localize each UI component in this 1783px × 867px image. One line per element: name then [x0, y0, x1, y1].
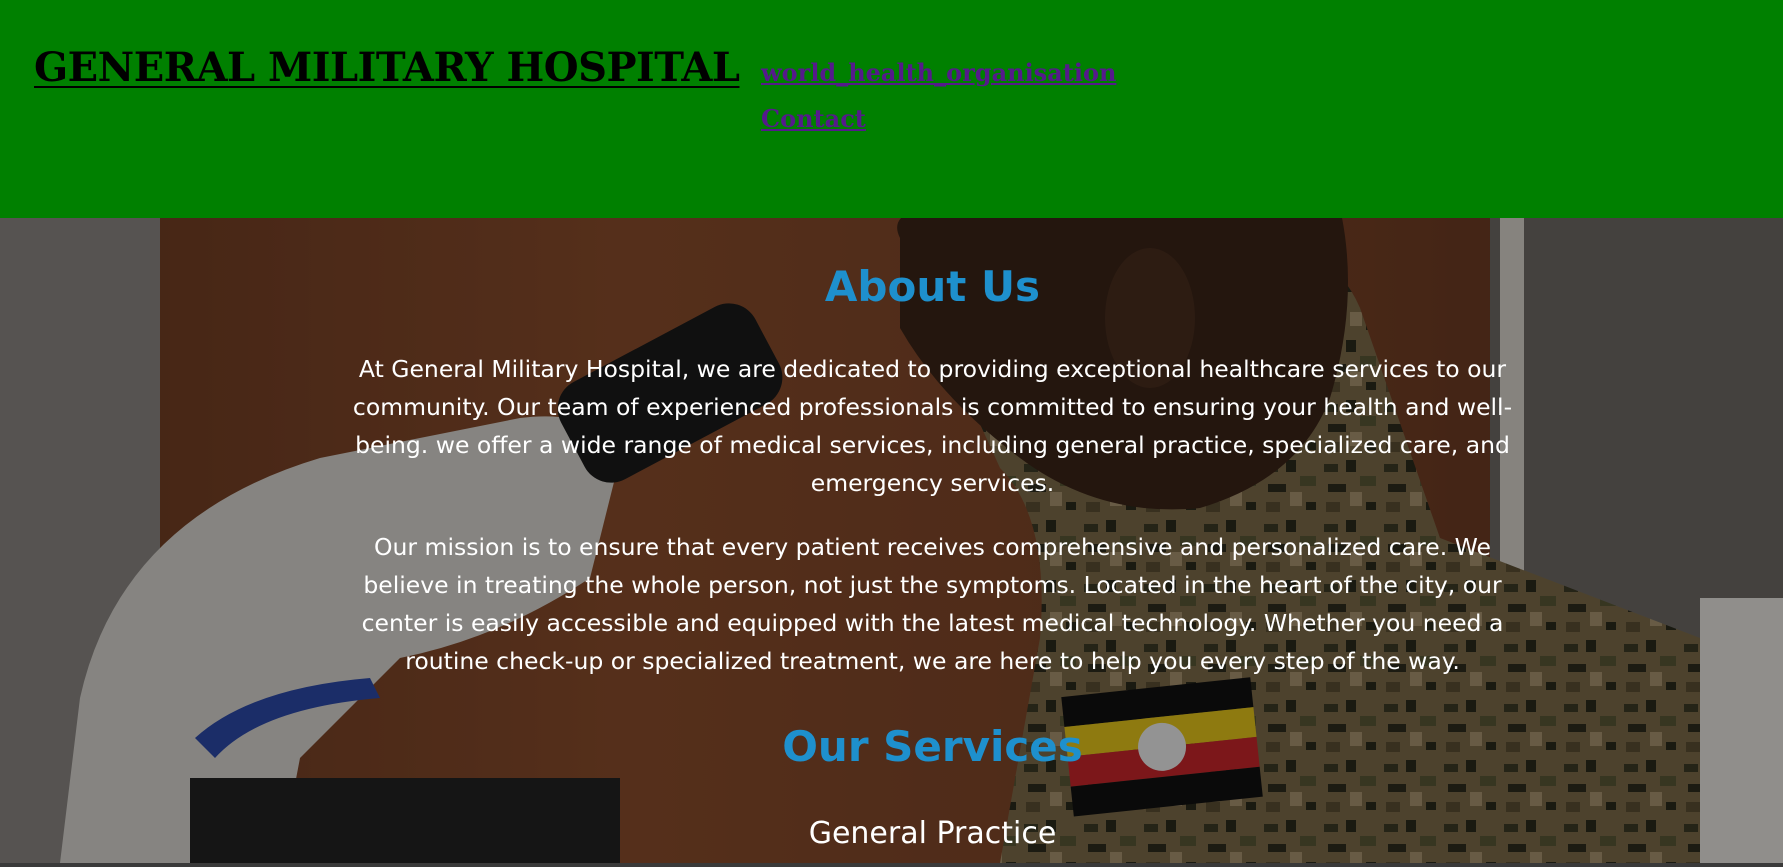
- hero-section: About Us At General Military Hospital, w…: [0, 218, 1783, 863]
- bottom-edge-bar: [0, 863, 1783, 867]
- site-header: GENERAL MILITARY HOSPITAL world_health_o…: [0, 0, 1783, 218]
- nav-link-contact[interactable]: Contact: [761, 104, 866, 133]
- main-nav: world_health_organisation Contact: [761, 58, 1116, 150]
- site-title-link[interactable]: GENERAL MILITARY HOSPITAL: [34, 44, 740, 91]
- services-heading: Our Services: [782, 722, 1083, 771]
- about-paragraph-2: Our mission is to ensure that every pati…: [361, 533, 1504, 675]
- about-paragraph-1: At General Military Hospital, we are ded…: [352, 355, 1513, 497]
- service-item-general-practice: General Practice: [808, 816, 1057, 851]
- nav-link-world-health-organisation[interactable]: world_health_organisation: [761, 58, 1116, 87]
- nav-item-who: world_health_organisation: [761, 58, 1116, 104]
- nav-item-contact: Contact: [761, 104, 1116, 150]
- about-heading: About Us: [824, 262, 1041, 311]
